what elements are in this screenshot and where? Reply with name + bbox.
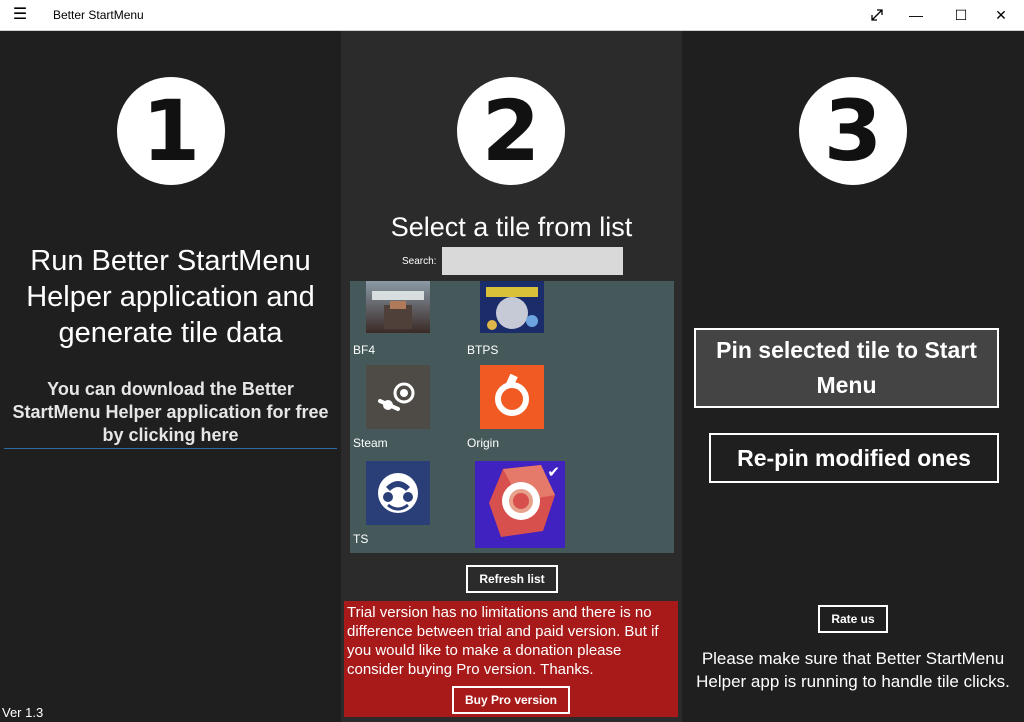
tile-label: BTPS <box>467 343 499 357</box>
step3-panel: 3 Pin selected tile to Start Menu Re-pin… <box>682 31 1024 722</box>
step2-heading: Select a tile from list <box>390 212 633 242</box>
step2-number: 2 <box>457 77 565 185</box>
steam-icon <box>366 365 430 429</box>
helper-running-note: Please make sure that Better StartMenu H… <box>696 649 1010 691</box>
search-label: Search: <box>402 256 437 267</box>
tile-bf4[interactable]: BF4 <box>350 281 460 373</box>
hamburger-icon[interactable]: ☰ <box>10 6 30 24</box>
minimize-button[interactable]: — <box>893 0 939 30</box>
step2-panel: 2 Select a tile from list Search: BF4 BT… <box>341 31 682 722</box>
pin-tile-button[interactable]: Pin selected tile to Start Menu <box>694 328 999 408</box>
tile-ts[interactable]: TS <box>350 461 460 553</box>
checkmark-icon: ✔ <box>547 464 560 481</box>
origin-icon <box>480 365 544 429</box>
tile-label: Steam <box>353 436 388 450</box>
tile-list[interactable]: BF4 BTPS Steam Origin TS ✔ <box>350 281 674 553</box>
step1-heading: Run Better StartMenu Helper application … <box>26 245 315 349</box>
borderlands-pre-sequel-icon <box>480 281 544 333</box>
tile-label: Origin <box>467 436 500 450</box>
download-helper-link[interactable]: You can download the Better StartMenu He… <box>6 378 335 447</box>
tile-btps[interactable]: BTPS <box>464 281 574 373</box>
trial-text: Trial version has no limitations and the… <box>347 604 659 678</box>
version-label: Ver 1.3 <box>2 705 44 720</box>
refresh-list-button[interactable]: Refresh list <box>466 565 558 593</box>
repin-modified-button[interactable]: Re-pin modified ones <box>709 433 999 483</box>
trial-notice: Trial version has no limitations and the… <box>344 601 678 717</box>
buy-pro-button[interactable]: Buy Pro version <box>452 686 570 714</box>
close-button[interactable]: ✕ <box>978 0 1024 30</box>
teamspeak-icon <box>366 461 430 525</box>
step1-panel: 1 Run Better StartMenu Helper applicatio… <box>0 31 341 722</box>
tile-steam[interactable]: Steam <box>350 365 460 457</box>
search-input[interactable] <box>442 247 623 275</box>
app-title: Better StartMenu <box>53 8 144 22</box>
title-bar: ☰ Better StartMenu — ☐ ✕ <box>0 0 1024 31</box>
tile-selected[interactable]: ✔ <box>475 461 565 548</box>
rate-us-button[interactable]: Rate us <box>818 605 888 633</box>
link-underline <box>4 448 337 449</box>
step3-number: 3 <box>799 77 907 185</box>
step1-number: 1 <box>117 77 225 185</box>
tile-label: TS <box>353 532 369 546</box>
battlefield-4-icon <box>366 281 430 333</box>
tile-origin[interactable]: Origin <box>464 365 574 457</box>
tile-label: BF4 <box>353 343 376 357</box>
